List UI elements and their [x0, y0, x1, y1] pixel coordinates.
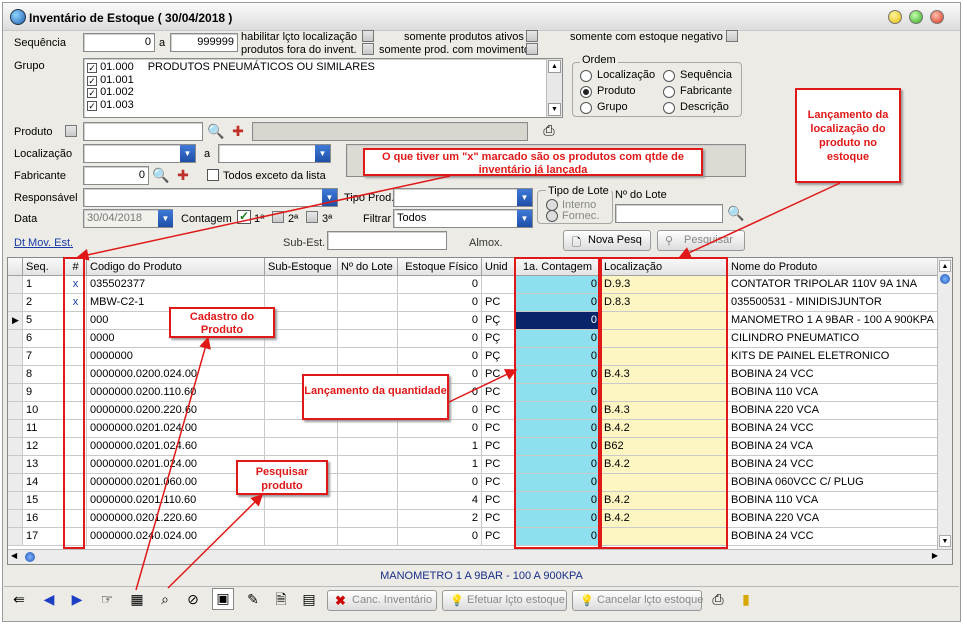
arrow-marcado	[76, 175, 451, 261]
annotation-arrows	[76, 175, 841, 591]
arrow-quantidade	[448, 369, 518, 403]
arrow-cadastro	[135, 336, 211, 591]
arrow-localizacao	[678, 182, 841, 259]
arrow-pesquisar	[167, 493, 264, 589]
